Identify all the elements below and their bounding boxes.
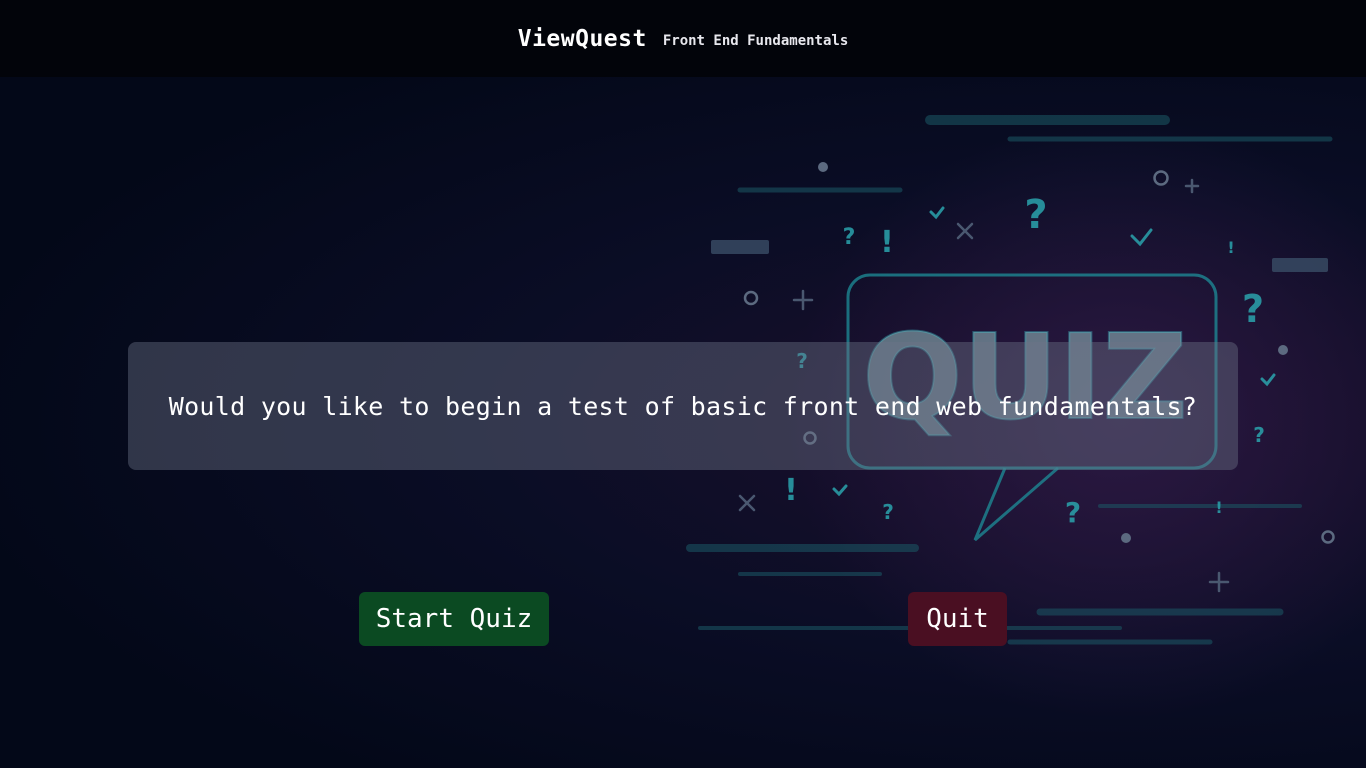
svg-text:?: ? <box>1024 192 1047 238</box>
svg-text:?: ? <box>882 500 894 524</box>
app-brand-name: ViewQuest <box>517 25 647 52</box>
svg-text:?: ? <box>1065 496 1081 529</box>
svg-text:!: ! <box>1227 238 1234 257</box>
svg-text:!: ! <box>880 225 894 260</box>
svg-text:!: ! <box>784 473 798 508</box>
svg-text:!: ! <box>1215 498 1222 517</box>
app-header: ViewQuest Front End Fundamentals <box>0 0 1366 77</box>
question-text: Would you like to begin a test of basic … <box>168 391 1198 421</box>
question-card: Would you like to begin a test of basic … <box>128 342 1238 470</box>
quit-button[interactable]: Quit <box>908 592 1007 646</box>
svg-text:?: ? <box>843 225 856 250</box>
svg-text:?: ? <box>1253 423 1265 447</box>
quiz-start-screen: QUIZ ? ? ? ! ? ? ? ? ! ! ! ViewQuest Fro… <box>0 0 1366 768</box>
start-quiz-button[interactable]: Start Quiz <box>359 592 549 646</box>
app-subtitle: Front End Fundamentals <box>662 32 849 49</box>
svg-text:?: ? <box>1242 287 1264 331</box>
